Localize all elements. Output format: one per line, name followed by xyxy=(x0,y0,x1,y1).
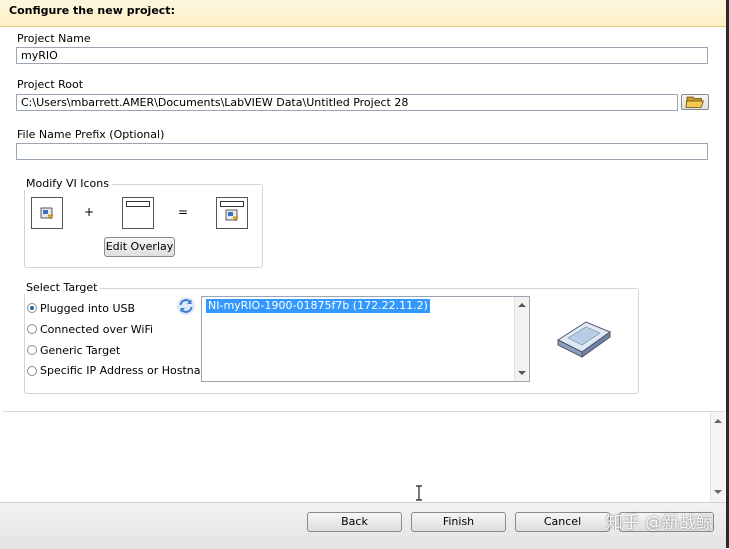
radio-wifi[interactable] xyxy=(27,324,37,334)
option-label-specific-ip[interactable]: Specific IP Address or Hostname xyxy=(40,364,218,377)
back-button[interactable]: Back xyxy=(307,512,402,532)
prefix-label: File Name Prefix (Optional) xyxy=(17,128,165,141)
radio-plugged-usb[interactable] xyxy=(27,303,37,313)
browse-folder-button[interactable] xyxy=(681,94,709,110)
option-label-generic[interactable]: Generic Target xyxy=(40,344,120,357)
radio-specific-ip[interactable] xyxy=(27,366,37,376)
target-listbox[interactable]: NI-myRIO-1900-01875f7b (172.22.11.2) xyxy=(201,296,530,382)
source-vi-icon xyxy=(31,197,63,229)
project-name-input[interactable]: myRIO xyxy=(16,47,708,64)
edit-overlay-button[interactable]: Edit Overlay xyxy=(104,237,175,257)
target-list-item-selected[interactable]: NI-myRIO-1900-01875f7b (172.22.11.2) xyxy=(206,299,430,313)
project-name-label: Project Name xyxy=(17,32,91,45)
scroll-up-icon[interactable] xyxy=(518,303,526,307)
output-scrollbar[interactable] xyxy=(710,412,725,503)
option-label-wifi[interactable]: Connected over WiFi xyxy=(40,323,153,336)
project-root-input[interactable]: C:\Users\mbarrett.AMER\Documents\LabVIEW… xyxy=(16,94,678,111)
target-list-scrollbar[interactable] xyxy=(514,297,529,381)
finish-button[interactable]: Finish xyxy=(411,512,506,532)
scroll-up-icon[interactable] xyxy=(714,419,722,423)
plus-sign: + xyxy=(84,205,95,219)
scroll-down-icon[interactable] xyxy=(714,490,722,494)
prefix-input[interactable] xyxy=(16,143,708,160)
dialog-title: Configure the new project: xyxy=(9,4,175,17)
option-label-usb[interactable]: Plugged into USB xyxy=(40,302,135,315)
equals-sign: = xyxy=(178,205,189,219)
refresh-icon xyxy=(177,297,195,315)
myrio-device-icon xyxy=(556,321,612,358)
scroll-down-icon[interactable] xyxy=(518,371,526,375)
result-vi-icon xyxy=(216,197,248,229)
vi-icon xyxy=(225,209,239,222)
radio-generic-target[interactable] xyxy=(27,345,37,355)
refresh-button[interactable] xyxy=(176,296,196,316)
project-root-label: Project Root xyxy=(17,78,84,91)
select-target-title: Select Target xyxy=(23,281,101,294)
watermark-text: 知乎 @新战鲸 xyxy=(605,513,713,533)
vi-icon xyxy=(40,207,54,220)
overlay-icon xyxy=(122,197,154,229)
cancel-button[interactable]: Cancel xyxy=(515,512,610,532)
modify-vi-icons-title: Modify VI Icons xyxy=(23,177,112,190)
output-area xyxy=(3,411,725,503)
text-cursor-icon xyxy=(416,485,422,501)
folder-open-icon xyxy=(685,96,705,108)
overlay-banner xyxy=(126,201,150,207)
